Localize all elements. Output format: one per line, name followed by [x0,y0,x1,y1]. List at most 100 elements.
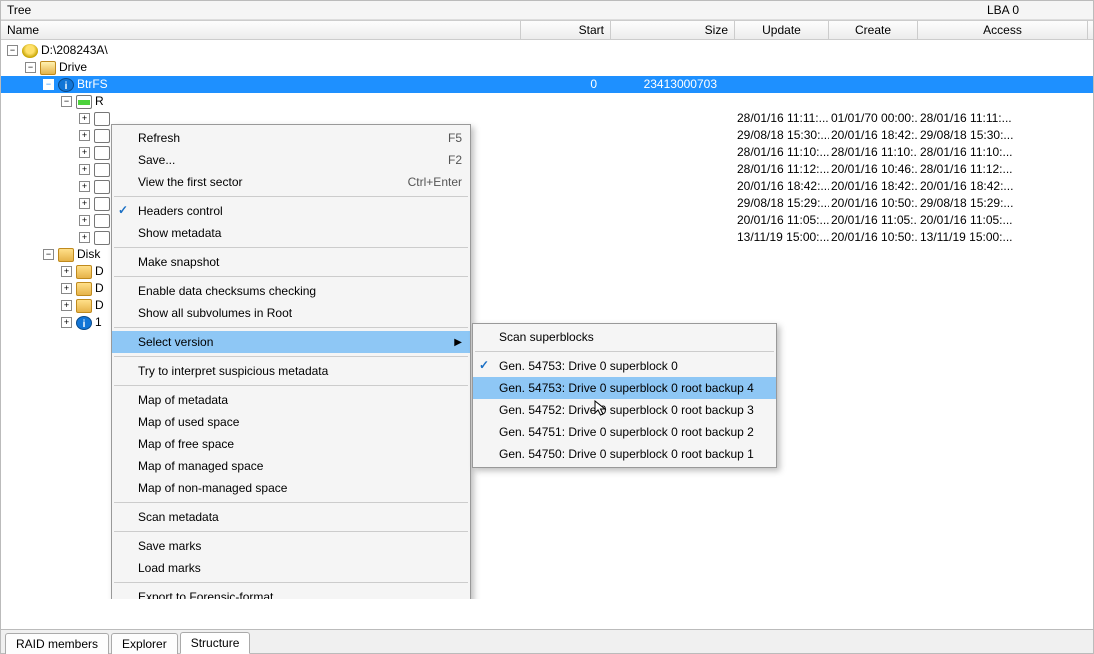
expand-toggle[interactable]: − [25,62,36,73]
volume-icon [94,197,110,211]
expand-toggle[interactable]: + [79,232,90,243]
tree-label: Drive [59,59,87,76]
menu-item[interactable]: Show all subvolumes in Root [112,302,470,324]
expand-toggle[interactable]: + [79,198,90,209]
expand-toggle[interactable]: + [79,130,90,141]
volume-icon [94,163,110,177]
expand-toggle[interactable]: + [79,147,90,158]
checkmark-icon: ✓ [479,358,493,372]
expand-toggle[interactable]: + [61,283,72,294]
col-access[interactable]: Access [918,21,1088,39]
menu-item[interactable]: Save...F2 [112,149,470,171]
cell-create: 20/01/16 10:50:... [829,229,918,246]
expand-toggle[interactable]: + [79,215,90,226]
menu-item[interactable]: Make snapshot [112,251,470,273]
menu-item[interactable]: Load marks [112,557,470,579]
tree-label: BtrFS [77,76,108,93]
col-name[interactable]: Name [1,21,521,39]
info-icon [76,316,92,330]
menu-item[interactable]: Scan metadata [112,506,470,528]
submenu-item[interactable]: Gen. 54751: Drive 0 superblock 0 root ba… [473,421,776,443]
submenu-item-label: Gen. 54753: Drive 0 superblock 0 [499,359,768,373]
submenu-select-version[interactable]: Scan superblocks ✓ Gen. 54753: Drive 0 sup… [472,323,777,468]
tab-raid-members[interactable]: RAID members [5,633,109,654]
menu-item[interactable]: View the first sectorCtrl+Enter [112,171,470,193]
menu-item-label: Map of managed space [138,459,462,473]
expand-toggle[interactable]: + [61,266,72,277]
expand-toggle[interactable]: + [61,317,72,328]
expand-toggle[interactable]: − [43,79,54,90]
expand-toggle[interactable]: + [79,164,90,175]
expand-toggle[interactable]: − [7,45,18,56]
expand-toggle[interactable]: − [61,96,72,107]
menu-item[interactable]: Select version▶ [112,331,470,353]
cell-update: 29/08/18 15:29:... [735,195,829,212]
panel-title: Tree [7,3,987,17]
menu-item-label: Refresh [138,131,448,145]
folder-open-icon [40,61,56,75]
menu-item-label: Select version [138,335,448,349]
menu-item-label: Map of free space [138,437,462,451]
tree-label: D [95,297,104,314]
menu-item[interactable]: Enable data checksums checking [112,280,470,302]
menu-separator [475,351,774,352]
tree-row-partial[interactable]: − R [1,93,1093,110]
folder-icon [58,248,74,262]
menu-item[interactable]: Try to interpret suspicious metadata [112,360,470,382]
menu-item-accelerator: F5 [448,131,462,145]
submenu-item[interactable]: Gen. 54752: Drive 0 superblock 0 root ba… [473,399,776,421]
tree-row-btrfs[interactable]: − BtrFS 0 23413000703 [1,76,1093,93]
tree-row-root[interactable]: − D:\208243A\ [1,42,1093,59]
volume-icon [94,231,110,245]
cell-update: 29/08/18 15:30:... [735,127,829,144]
menu-item[interactable]: Export to Forensic-format [112,586,470,599]
submenu-item[interactable]: Gen. 54753: Drive 0 superblock 0 root ba… [473,377,776,399]
menu-item-label: Map of used space [138,415,462,429]
menu-item-label: View the first sector [138,175,408,189]
menu-item[interactable]: ✓Headers control [112,200,470,222]
col-update[interactable]: Update [735,21,829,39]
submenu-item[interactable]: ✓ Gen. 54753: Drive 0 superblock 0 [473,355,776,377]
folder-icon [76,299,92,313]
menu-item[interactable]: Save marks [112,535,470,557]
menu-item[interactable]: Map of used space [112,411,470,433]
menu-separator [114,327,468,328]
expand-toggle[interactable]: + [61,300,72,311]
menu-item[interactable]: Map of free space [112,433,470,455]
cell-access: 29/08/18 15:30:... [918,127,1088,144]
volume-icon [94,146,110,160]
menu-separator [114,582,468,583]
menu-separator [114,385,468,386]
expand-toggle[interactable]: − [43,249,54,260]
disk-icon [22,44,38,58]
context-menu[interactable]: RefreshF5Save...F2View the first sectorC… [111,124,471,599]
menu-item[interactable]: Map of non-managed space [112,477,470,499]
col-create[interactable]: Create [829,21,918,39]
tab-explorer[interactable]: Explorer [111,633,178,654]
tab-structure[interactable]: Structure [180,632,251,654]
menu-item-label: Show metadata [138,226,462,240]
tree-label: D [95,263,104,280]
expand-toggle[interactable]: + [79,113,90,124]
submenu-item-label: Gen. 54751: Drive 0 superblock 0 root ba… [499,425,768,439]
tree-row-drive[interactable]: − Drive [1,59,1093,76]
volume-icon [94,214,110,228]
menu-separator [114,502,468,503]
menu-item[interactable]: RefreshF5 [112,127,470,149]
cell-access: 20/01/16 11:05:... [918,212,1088,229]
cell-create: 20/01/16 10:50:... [829,195,918,212]
cell-start: 0 [521,76,611,93]
cell-size: 23413000703 [611,76,735,93]
menu-separator [114,531,468,532]
col-size[interactable]: Size [611,21,735,39]
cell-access: 28/01/16 11:12:... [918,161,1088,178]
checkmark-icon: ✓ [118,203,132,217]
menu-item[interactable]: Show metadata [112,222,470,244]
menu-item[interactable]: Map of managed space [112,455,470,477]
col-start[interactable]: Start [521,21,611,39]
menu-item[interactable]: Map of metadata [112,389,470,411]
expand-toggle[interactable]: + [79,181,90,192]
submenu-item[interactable]: Scan superblocks [473,326,776,348]
submenu-item[interactable]: Gen. 54750: Drive 0 superblock 0 root ba… [473,443,776,465]
cell-create: 01/01/70 00:00:... [829,110,918,127]
